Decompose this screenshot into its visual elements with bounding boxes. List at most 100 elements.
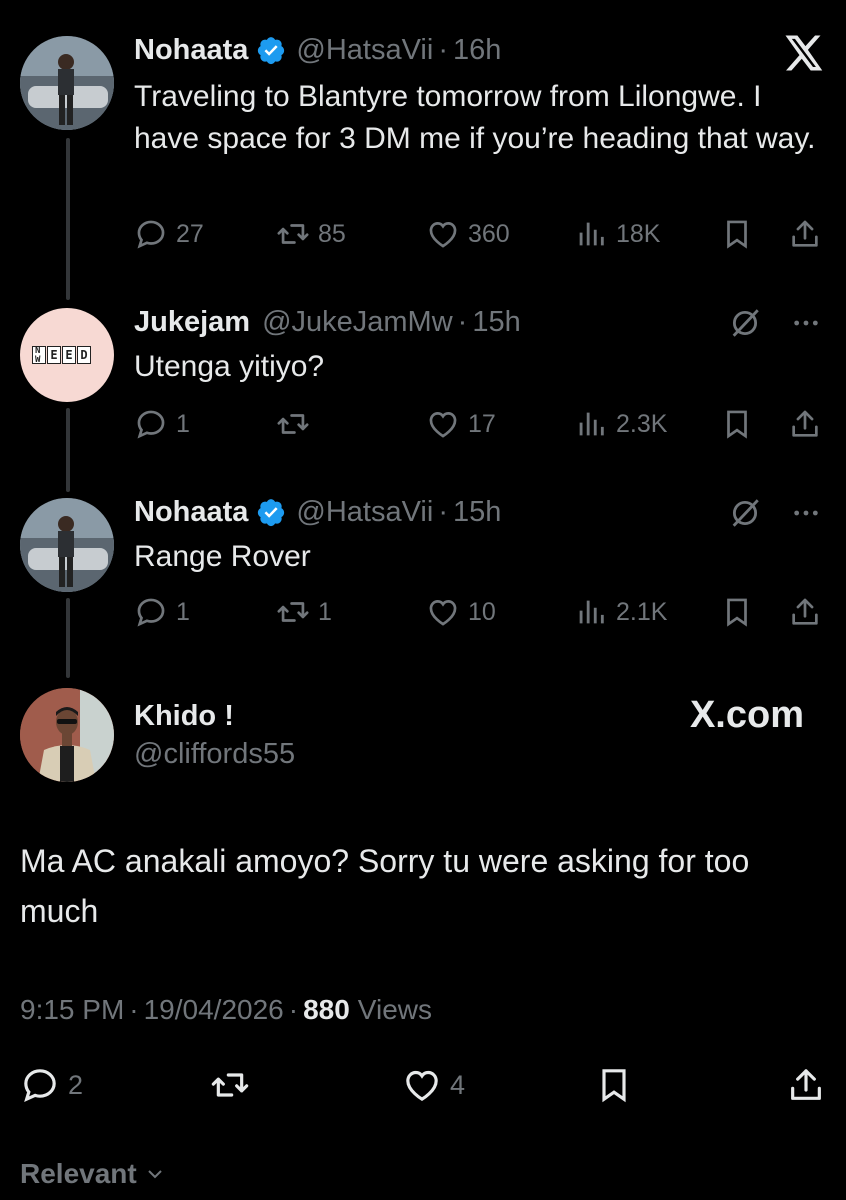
sort-label: Relevant	[20, 1158, 137, 1189]
reply-icon	[137, 410, 165, 439]
verified-badge-icon	[258, 37, 285, 65]
views-count: 2.1K	[616, 597, 668, 626]
repost-button[interactable]	[210, 1062, 258, 1108]
grok-icon[interactable]	[728, 496, 762, 530]
more-icon[interactable]	[790, 497, 822, 529]
views-count: 2.3K	[616, 409, 668, 438]
reply-count: 1	[176, 409, 190, 438]
timestamp[interactable]: 16h	[453, 32, 501, 68]
separator: ·	[438, 34, 448, 66]
reply-count: 27	[176, 219, 204, 248]
bookmark-button[interactable]	[720, 592, 754, 632]
share-button[interactable]	[788, 214, 822, 254]
share-button[interactable]	[788, 404, 822, 444]
verified-badge-icon	[258, 499, 285, 527]
heart-icon	[429, 412, 457, 438]
like-button[interactable]: 10	[426, 592, 496, 632]
reply-button[interactable]: 1	[134, 404, 190, 444]
share-icon	[792, 410, 818, 437]
post-time[interactable]: 9:15 PM	[20, 990, 124, 1030]
repost-button[interactable]: 1	[276, 592, 332, 632]
main-author-name: Khido !	[134, 698, 234, 734]
views-button[interactable]: 18K	[574, 214, 660, 254]
views-button[interactable]: 2.1K	[574, 592, 667, 632]
tweet-text: Utenga yitiyo?	[134, 350, 325, 383]
grok-icon[interactable]	[728, 306, 762, 340]
bookmark-button[interactable]	[720, 404, 754, 444]
timestamp[interactable]: 15h	[472, 304, 520, 340]
like-button[interactable]: 17	[426, 404, 496, 444]
avatar[interactable]: N W E E D	[20, 308, 114, 402]
reply-count: 2	[68, 1069, 84, 1100]
heart-icon	[406, 1070, 438, 1102]
handle[interactable]: @JukeJamMw	[262, 304, 453, 340]
tweet-text: Range Rover	[134, 540, 311, 573]
main-tweet-actions: 2 4	[20, 1062, 826, 1108]
like-button[interactable]: 4	[402, 1062, 465, 1108]
analytics-icon	[579, 222, 604, 246]
repost-button[interactable]: 85	[276, 214, 346, 254]
views-count: 880	[303, 994, 350, 1025]
like-count: 17	[468, 409, 496, 438]
display-name[interactable]: Khido !	[134, 698, 234, 734]
reply-button[interactable]: 27	[134, 214, 204, 254]
timestamp[interactable]: 15h	[453, 494, 501, 530]
views-button[interactable]: 2.3K	[574, 404, 667, 444]
reply-button[interactable]: 2	[20, 1062, 83, 1108]
separator: ·	[129, 994, 139, 1025]
views-count: 18K	[616, 219, 661, 248]
tweet-top-actions	[728, 306, 822, 340]
tweet-header: Nohaata @HatsaVii · 15h	[134, 494, 501, 530]
like-button[interactable]: 360	[426, 214, 510, 254]
bookmark-icon	[602, 1069, 626, 1103]
tweet-meta: 9:15 PM · 19/04/2026 · 880 Views	[20, 990, 432, 1030]
repost-button[interactable]	[276, 404, 318, 444]
views-label: Views	[357, 994, 432, 1025]
bookmark-button[interactable]	[720, 214, 754, 254]
bookmark-button[interactable]	[594, 1062, 634, 1108]
reply-button[interactable]: 1	[134, 592, 190, 632]
tweet-actions: 27 85 360 18K	[134, 214, 824, 254]
repost-icon	[277, 414, 309, 434]
thread-line	[66, 408, 70, 492]
avatar[interactable]	[20, 688, 114, 782]
reply-icon	[137, 598, 165, 627]
tweet-header: Nohaata @HatsaVii · 16h	[134, 32, 501, 68]
avatar[interactable]	[20, 498, 114, 592]
bookmark-icon	[727, 410, 747, 439]
display-name[interactable]: Nohaata	[134, 32, 248, 68]
post-date[interactable]: 19/04/2026	[144, 990, 284, 1030]
repost-count: 85	[318, 219, 346, 248]
handle[interactable]: @HatsaVii	[296, 494, 433, 530]
x-logo-icon[interactable]	[782, 32, 824, 74]
main-author-handle: @cliffords55	[134, 736, 295, 772]
share-icon	[792, 220, 818, 247]
separator: ·	[457, 306, 468, 338]
repost-count: 1	[318, 597, 332, 626]
share-button[interactable]	[788, 592, 822, 632]
bookmark-icon	[727, 598, 747, 627]
analytics-icon	[579, 600, 604, 624]
handle[interactable]: @cliffords55	[134, 736, 295, 772]
heart-icon	[429, 600, 457, 626]
tweet-top-actions	[728, 496, 822, 530]
repost-icon	[277, 602, 309, 622]
bookmark-icon	[727, 220, 747, 249]
display-name[interactable]: Nohaata	[134, 494, 248, 530]
tweet-text: Traveling to Blantyre tomorrow from Lilo…	[134, 80, 816, 155]
display-name[interactable]: Jukejam	[134, 304, 250, 340]
handle[interactable]: @HatsaVii	[296, 32, 433, 68]
repost-icon	[211, 1073, 249, 1097]
separator: ·	[288, 994, 299, 1025]
like-count: 4	[450, 1069, 466, 1100]
tweet-actions: 1 17 2.3K	[134, 404, 824, 444]
avatar[interactable]	[20, 36, 114, 130]
share-button[interactable]	[786, 1062, 826, 1108]
more-icon[interactable]	[790, 307, 822, 339]
like-count: 360	[468, 219, 510, 248]
replies-sort-dropdown[interactable]: Relevant	[20, 1154, 167, 1194]
thread-line	[66, 598, 70, 678]
tweet-header: Jukejam @JukeJamMw · 15h	[134, 304, 521, 340]
reply-count: 1	[176, 597, 190, 626]
avatar-logo: N W E E D	[32, 346, 91, 365]
